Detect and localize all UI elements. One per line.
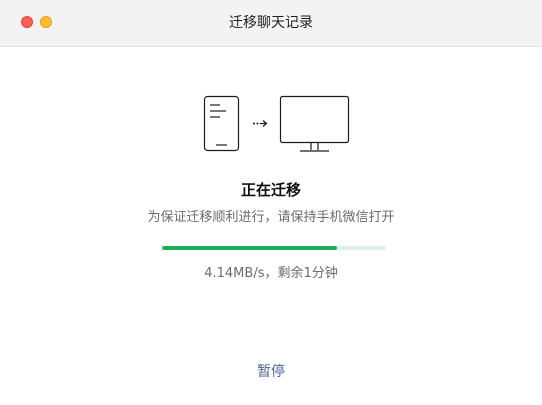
migration-window: 迁移聊天记录 正在迁移 为保证迁移顺利进行，请保持手机微信打开 4.14MB/s…: [0, 0, 542, 405]
phone-icon: [203, 95, 240, 152]
computer-monitor-icon: [279, 95, 350, 152]
progress-bar-fill: [162, 246, 337, 250]
pause-button[interactable]: 暂停: [241, 360, 301, 384]
window-title: 迁移聊天记录: [229, 15, 313, 31]
progress-bar: [162, 246, 386, 250]
transfer-speed-remaining: 4.14MB/s，剩余1分钟: [204, 266, 338, 281]
migration-status-title: 正在迁移: [240, 181, 301, 199]
migration-instruction: 为保证迁移顺利进行，请保持手机微信打开: [147, 210, 395, 225]
title-bar: 迁移聊天记录: [0, 0, 542, 47]
phone-to-computer-illustration: [203, 95, 350, 152]
transfer-arrow-icon: [253, 120, 268, 127]
